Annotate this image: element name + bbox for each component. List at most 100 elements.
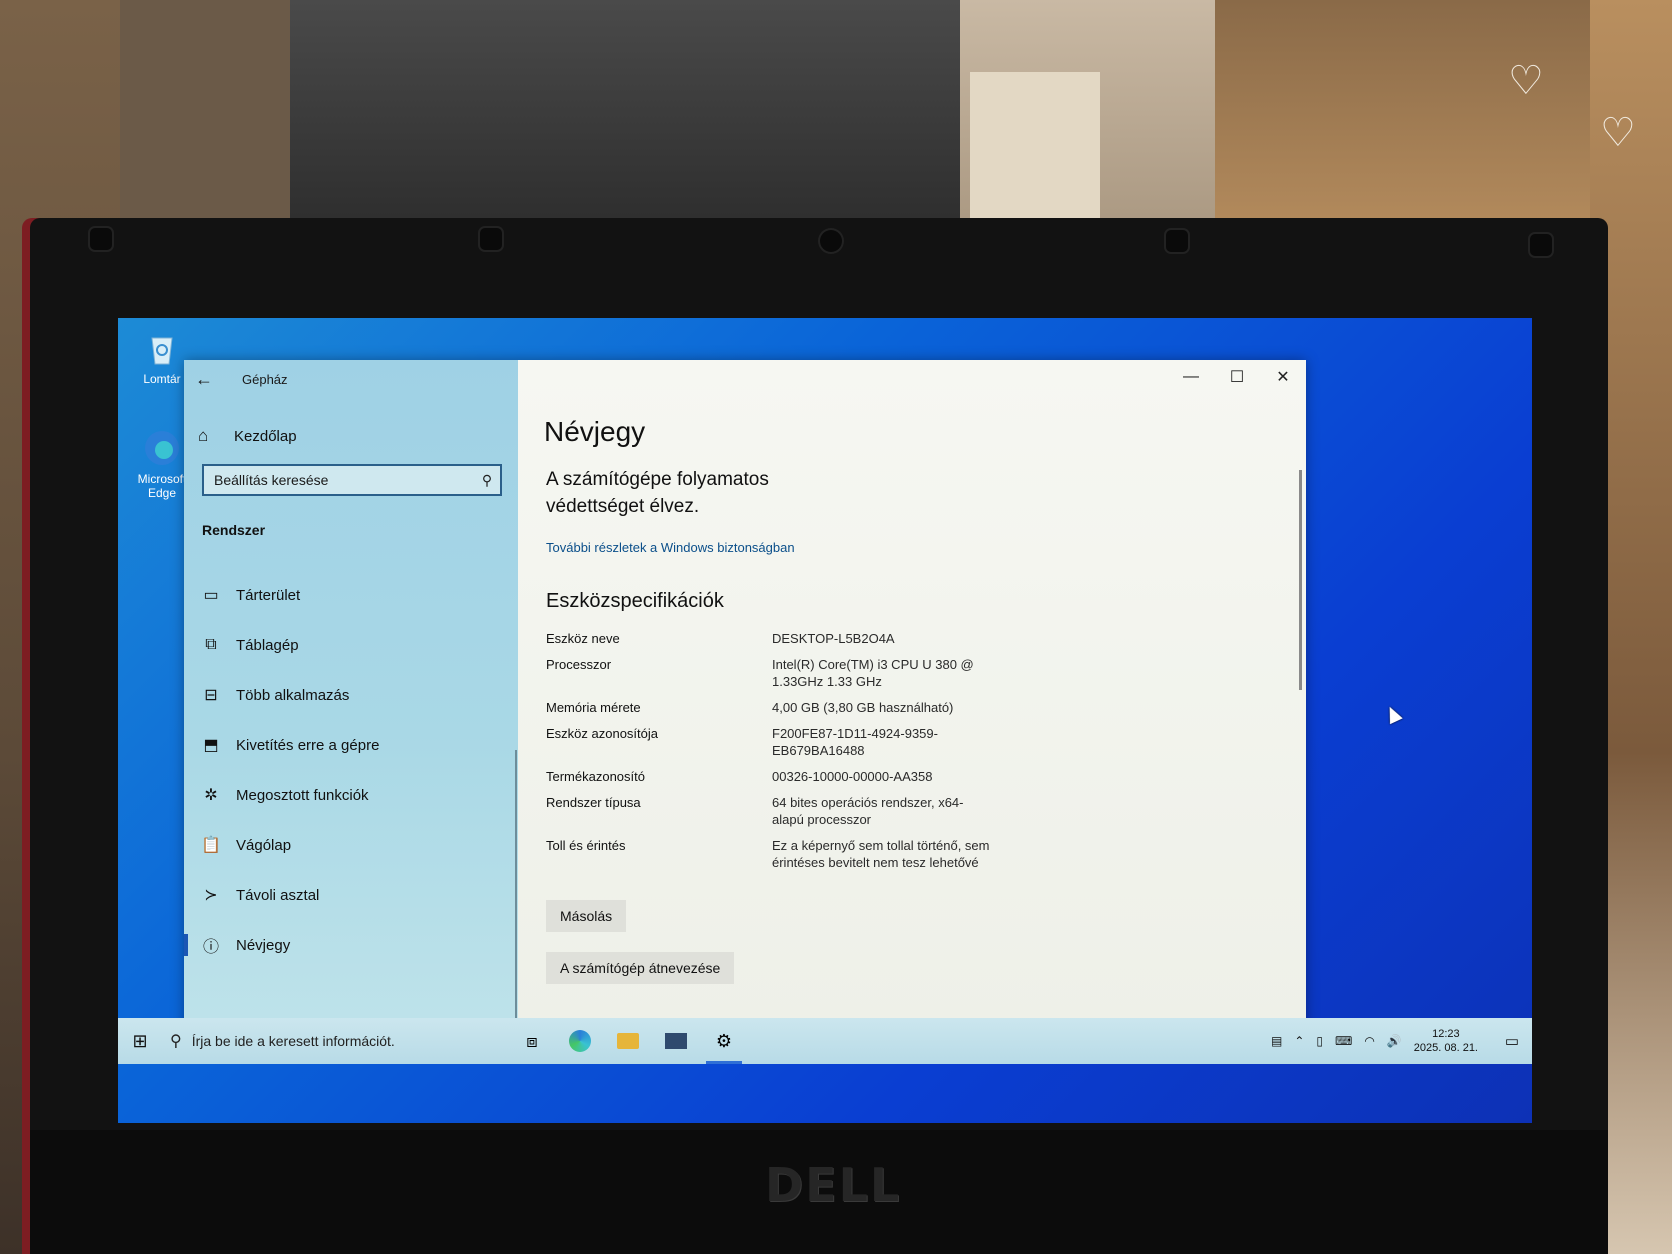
- search-icon[interactable]: ⚲: [474, 472, 500, 489]
- sidebar-item-clipboard[interactable]: 📋 Vágólap: [184, 820, 518, 870]
- spec-row: Processzor Intel(R) Core(TM) i3 CPU U 38…: [546, 656, 1006, 690]
- home-icon: ⌂: [198, 426, 209, 445]
- taskbar-edge[interactable]: [556, 1018, 604, 1064]
- edge-icon: [142, 428, 182, 468]
- sidebar-item-label: Megosztott funkciók: [236, 786, 369, 804]
- sidebar-item-projecting[interactable]: ⬒ Kivetítés erre a gépre: [184, 720, 518, 770]
- desktop-icon-label: Microsoft Edge: [137, 472, 187, 500]
- spec-value: Ez a képernyő sem tollal történő, sem ér…: [772, 838, 990, 870]
- sidebar-item-home[interactable]: ⌂ Kezdőlap: [198, 426, 297, 446]
- spec-key: Termékazonosító: [546, 769, 645, 784]
- sidebar-item-storage[interactable]: ▭ Tárterület: [184, 570, 518, 620]
- rename-pc-button[interactable]: A számítógép átnevezése: [546, 952, 735, 984]
- taskbar-search-placeholder: Írja be ide a keresett információt.: [191, 1033, 395, 1049]
- spec-key: Eszköz azonosítója: [546, 726, 659, 741]
- close-button[interactable]: ✕: [1260, 360, 1306, 394]
- settings-search[interactable]: ⚲: [202, 464, 502, 496]
- keyboard-icon[interactable]: ⌨: [1335, 1034, 1352, 1048]
- heart-decoration: ♡: [1600, 111, 1636, 155]
- taskbar-settings[interactable]: ⚙: [700, 1018, 748, 1064]
- page-title: Névjegy: [544, 416, 646, 447]
- remote-desktop-icon: ≻: [204, 887, 218, 904]
- sidebar-item-label: Távoli asztal: [236, 886, 320, 904]
- wall-poster: [970, 72, 1100, 232]
- background-monitor: [290, 0, 960, 225]
- app-title: Gépház: [242, 371, 288, 387]
- security-details-link[interactable]: További részletek a Windows biztonságban: [546, 540, 795, 555]
- mail-icon: [665, 1033, 687, 1049]
- windows-logo-icon: ⊞: [132, 1030, 148, 1051]
- spec-row: Eszköz azonosítója F200FE87-1D11-4924-93…: [546, 725, 1006, 759]
- sidebar-scrollbar[interactable]: [515, 750, 517, 1032]
- volume-icon[interactable]: 🔊: [1387, 1034, 1402, 1048]
- heart-decoration: ♡: [1508, 59, 1544, 103]
- wifi-icon[interactable]: ◠: [1364, 1034, 1374, 1048]
- news-widget-icon[interactable]: ▤: [1271, 1034, 1282, 1048]
- spec-value: 4,00 GB (3,80 GB használható): [772, 700, 954, 715]
- spec-key: Eszköz neve: [546, 631, 620, 646]
- spec-key: Memória mérete: [546, 700, 641, 715]
- mouse-cursor-icon: [1383, 703, 1403, 725]
- sidebar-item-shared-experiences[interactable]: ✲ Megosztott funkciók: [184, 770, 518, 820]
- dell-logo: DELL: [765, 1158, 902, 1212]
- projecting-icon: ⬒: [203, 737, 219, 754]
- bezel-bumper: [90, 228, 112, 250]
- sidebar-item-about[interactable]: ⓘ Névjegy: [184, 920, 518, 970]
- spec-row: Memória mérete 4,00 GB (3,80 GB használh…: [546, 699, 1006, 716]
- maximize-button[interactable]: ☐: [1214, 360, 1260, 394]
- back-button[interactable]: ←: [184, 360, 224, 398]
- task-view-icon: ⧈: [526, 1030, 538, 1051]
- search-input[interactable]: [204, 471, 474, 489]
- sidebar-item-label: Névjegy: [236, 936, 291, 954]
- section-title: Rendszer: [202, 522, 266, 538]
- sidebar-item-multitasking[interactable]: ⊟ Több alkalmazás: [184, 670, 518, 720]
- battery-icon[interactable]: ▯: [1316, 1034, 1323, 1048]
- chevron-up-icon[interactable]: ⌃: [1294, 1034, 1304, 1048]
- start-button[interactable]: ⊞: [118, 1018, 162, 1064]
- sidebar-item-label: Vágólap: [236, 836, 292, 854]
- spec-key: Toll és érintés: [546, 838, 626, 853]
- notification-center-button[interactable]: ▭: [1492, 1032, 1532, 1050]
- edge-icon: [569, 1030, 591, 1052]
- taskbar-search[interactable]: ⚲ Írja be ide a keresett információt.: [162, 1018, 502, 1064]
- sidebar-item-tablet[interactable]: ⧉ Táblagép: [184, 620, 518, 670]
- minimize-button[interactable]: —: [1168, 360, 1214, 394]
- spec-value: DESKTOP-L5B2O4A: [772, 631, 895, 646]
- gear-icon: ⚙: [715, 1030, 733, 1051]
- desktop-icon-recycle-bin[interactable]: Lomtár: [132, 328, 192, 386]
- bezel-bumper: [1530, 234, 1552, 256]
- spec-value: 00326-10000-00000-AA358: [772, 769, 933, 784]
- spec-key: Rendszer típusa: [546, 795, 641, 810]
- notification-icon: ▭: [1504, 1033, 1520, 1050]
- spec-row: Eszköz neve DESKTOP-L5B2O4A: [546, 630, 1006, 647]
- sidebar-item-label: Kivetítés erre a gépre: [236, 736, 380, 754]
- taskbar-mail[interactable]: [652, 1018, 700, 1064]
- clipboard-icon: 📋: [201, 837, 221, 854]
- task-view-button[interactable]: ⧈: [508, 1018, 556, 1064]
- search-icon: ⚲: [170, 1033, 182, 1050]
- sidebar-list: ▭ Tárterület ⧉ Táblagép ⊟ Több alkalmazá…: [184, 570, 518, 970]
- spec-value: F200FE87-1D11-4924-9359-EB679BA16488: [772, 726, 938, 758]
- system-tray: ▤ ⌃ ▯ ⌨ ◠ 🔊 12:23 2025. 08. 21. ▭: [1265, 1027, 1532, 1055]
- sidebar-item-label: Kezdőlap: [234, 427, 297, 445]
- folder-icon: [617, 1033, 639, 1049]
- storage-icon: ▭: [203, 587, 219, 604]
- content-scrollbar[interactable]: [1299, 470, 1302, 690]
- window-controls: — ☐ ✕: [1168, 360, 1306, 394]
- copy-button[interactable]: Másolás: [546, 900, 627, 932]
- spec-row: Toll és érintés Ez a képernyő sem tollal…: [546, 837, 1006, 871]
- taskbar-clock[interactable]: 12:23 2025. 08. 21.: [1414, 1027, 1478, 1055]
- desktop-icon-edge[interactable]: Microsoft Edge: [132, 428, 192, 500]
- sidebar-item-label: Több alkalmazás: [236, 686, 350, 704]
- recycle-bin-icon: [142, 328, 182, 368]
- about-page: — ☐ ✕ Névjegy A számítógépe folyamatos v…: [518, 360, 1403, 1042]
- screen: Lomtár Microsoft Edge ← Gépház ⌂ Kezdőla…: [118, 318, 1532, 1123]
- title-bar: ← Gépház: [184, 360, 518, 398]
- taskbar-file-explorer[interactable]: [604, 1018, 652, 1064]
- spec-value: Intel(R) Core(TM) i3 CPU U 380 @ 1.33GHz…: [772, 657, 974, 689]
- specs-heading: Eszközspecifikációk: [546, 590, 724, 612]
- sidebar-item-remote-desktop[interactable]: ≻ Távoli asztal: [184, 870, 518, 920]
- webcam: [820, 230, 842, 252]
- clock-time: 12:23: [1432, 1028, 1460, 1040]
- spec-key: Processzor: [546, 657, 612, 672]
